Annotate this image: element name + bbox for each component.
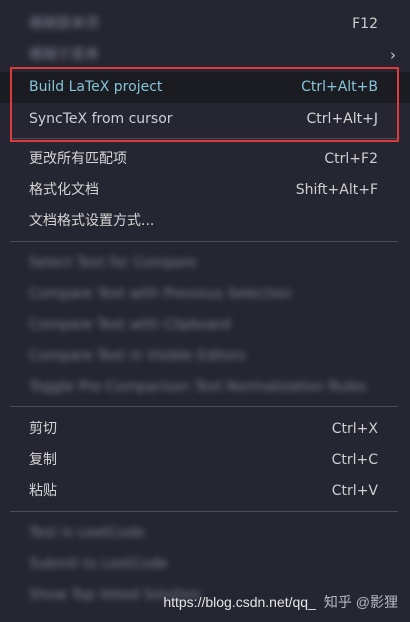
menu-item-label: 剪切 xyxy=(29,421,57,437)
menu-item-shortcut: Ctrl+C xyxy=(331,452,378,468)
separator xyxy=(10,68,398,69)
menu-item-shortcut: Ctrl+Alt+J xyxy=(306,111,378,127)
menu-item-synctex[interactable]: SyncTeX from cursor Ctrl+Alt+J xyxy=(0,104,410,135)
menu-item-shortcut: F12 xyxy=(352,16,378,32)
menu-item-blurred-2[interactable]: Select Text for Compare xyxy=(0,248,410,279)
menu-item-label: Test in LeetCode xyxy=(29,525,145,541)
context-menu: 模糊菜单项 F12 模糊子菜单 › Build LaTeX project Ct… xyxy=(0,0,410,622)
watermark: https://blog.csdn.net/qq_ 知乎 @影狸 xyxy=(163,592,398,612)
menu-item-label: Compare Text in Visible Editors xyxy=(29,348,246,364)
menu-item-blurred-submenu[interactable]: 模糊子菜单 › xyxy=(0,40,410,71)
menu-item-label: Select Text for Compare xyxy=(29,255,197,271)
menu-item-label: 格式化文档 xyxy=(29,182,99,198)
menu-item-label: 模糊菜单项 xyxy=(29,16,99,32)
menu-item-label: Build LaTeX project xyxy=(29,79,163,95)
separator xyxy=(10,241,398,242)
menu-item-format-document[interactable]: 格式化文档 Shift+Alt+F xyxy=(0,175,410,206)
menu-item-label: Compare Text with Previous Selection xyxy=(29,286,293,302)
menu-item-label: 粘贴 xyxy=(29,483,57,499)
menu-item-shortcut: Ctrl+F2 xyxy=(324,151,378,167)
menu-item-label: 复制 xyxy=(29,452,57,468)
separator xyxy=(10,138,398,139)
watermark-author: 知乎 @影狸 xyxy=(323,594,398,610)
menu-item-label: 模糊子菜单 xyxy=(29,47,99,63)
menu-item-shortcut: Ctrl+Alt+B xyxy=(301,79,378,95)
menu-item-format-with[interactable]: 文档格式设置方式... xyxy=(0,206,410,237)
menu-item-shortcut: Shift+Alt+F xyxy=(295,182,378,198)
menu-item-label: Submit to LeetCode xyxy=(29,556,168,572)
menu-item-label: 更改所有匹配项 xyxy=(29,151,127,167)
menu-item-build-latex[interactable]: Build LaTeX project Ctrl+Alt+B xyxy=(0,72,410,103)
menu-item-blurred-1[interactable]: 模糊菜单项 F12 xyxy=(0,9,410,40)
menu-item-label: Toggle Pre-Comparison Text Normalization… xyxy=(29,379,367,395)
menu-item-label: SyncTeX from cursor xyxy=(29,111,173,127)
watermark-url: https://blog.csdn.net/qq_ xyxy=(163,594,316,610)
menu-item-blurred-6[interactable]: Toggle Pre-Comparison Text Normalization… xyxy=(0,372,410,403)
menu-item-paste[interactable]: 粘贴 Ctrl+V xyxy=(0,476,410,507)
menu-item-shortcut: Ctrl+V xyxy=(331,483,378,499)
menu-item-label: Compare Text with Clipboard xyxy=(29,317,231,333)
menu-item-blurred-5[interactable]: Compare Text in Visible Editors xyxy=(0,341,410,372)
chevron-right-icon: › xyxy=(390,46,396,64)
menu-item-blurred-8[interactable]: Submit to LeetCode xyxy=(0,549,410,580)
menu-item-shortcut: Ctrl+X xyxy=(331,421,378,437)
menu-item-blurred-7[interactable]: Test in LeetCode xyxy=(0,518,410,549)
menu-item-copy[interactable]: 复制 Ctrl+C xyxy=(0,445,410,476)
menu-item-change-all[interactable]: 更改所有匹配项 Ctrl+F2 xyxy=(0,144,410,175)
separator xyxy=(10,406,398,407)
menu-item-label: 文档格式设置方式... xyxy=(29,213,155,229)
menu-item-cut[interactable]: 剪切 Ctrl+X xyxy=(0,414,410,445)
separator xyxy=(10,511,398,512)
menu-item-blurred-3[interactable]: Compare Text with Previous Selection xyxy=(0,279,410,310)
menu-item-blurred-4[interactable]: Compare Text with Clipboard xyxy=(0,310,410,341)
